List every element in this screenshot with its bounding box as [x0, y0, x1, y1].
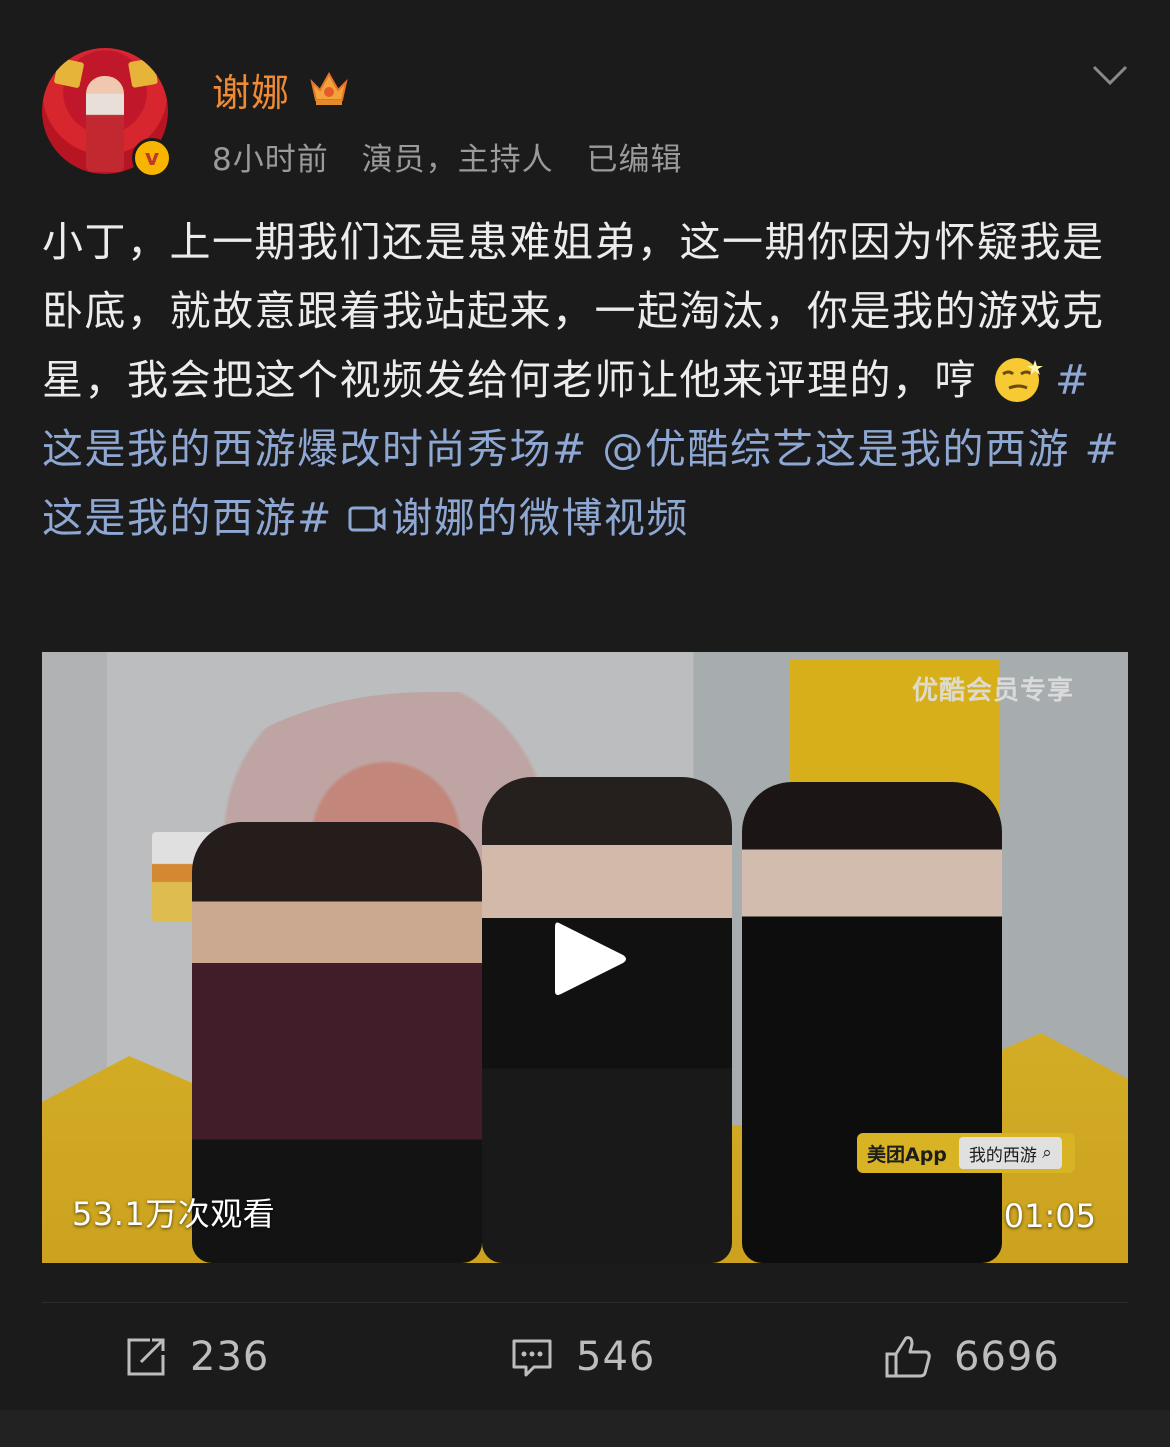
- video-link-label: 谢娜的微博视频: [391, 494, 689, 542]
- post-meta: 8小时前 演员，主持人 已编辑: [212, 134, 704, 179]
- video-link-icon: [348, 506, 386, 532]
- crown-icon[interactable]: [308, 68, 350, 108]
- weibo-post: v 谢娜 8小时前 演员，主持人 已编辑 小丁，上一期我们还是患难姐弟，这一期你…: [0, 0, 1170, 1447]
- post-text: 小丁，上一期我们还是患难姐弟，这一期你因为怀疑我是卧底，就故意跟着我站起来，一起…: [42, 218, 1105, 404]
- username[interactable]: 谢娜: [212, 62, 290, 117]
- comment-count: 546: [576, 1334, 656, 1380]
- like-count: 6696: [954, 1334, 1060, 1380]
- view-count: 53.1万次观看: [72, 1195, 276, 1233]
- author-description: 演员，主持人: [361, 142, 554, 178]
- action-bar: 236 546 6696: [0, 1322, 1170, 1392]
- video-link[interactable]: 谢娜的微博视频: [347, 494, 689, 542]
- play-icon[interactable]: [549, 917, 629, 1001]
- like-button[interactable]: 6696: [884, 1322, 1060, 1392]
- repost-button[interactable]: 236: [124, 1322, 269, 1392]
- comment-button[interactable]: 546: [510, 1322, 655, 1392]
- video-duration: 01:05: [1003, 1197, 1096, 1235]
- mention-link[interactable]: @优酷综艺这是我的西游: [602, 425, 1070, 473]
- comment-icon: [512, 1339, 552, 1377]
- bottom-bar: [0, 1410, 1170, 1447]
- avatar[interactable]: v: [42, 48, 172, 178]
- video-player[interactable]: 优酷会员专享 美团App 我的西游 ⌕ 53.1万次观看 01:05: [42, 652, 1128, 1263]
- post-time: 8小时前: [212, 142, 329, 178]
- smirk-emoji-icon: [995, 358, 1043, 402]
- verified-badge-icon: v: [132, 138, 172, 178]
- like-icon: [885, 1336, 931, 1378]
- repost-icon: [127, 1338, 165, 1376]
- post-content: 小丁，上一期我们还是患难姐弟，这一期你因为怀疑我是卧底，就故意跟着我站起来，一起…: [42, 208, 1132, 553]
- divider: [42, 1302, 1128, 1303]
- chevron-down-icon[interactable]: [1092, 64, 1128, 86]
- edited-label: 已编辑: [586, 142, 683, 178]
- repost-count: 236: [190, 1334, 270, 1380]
